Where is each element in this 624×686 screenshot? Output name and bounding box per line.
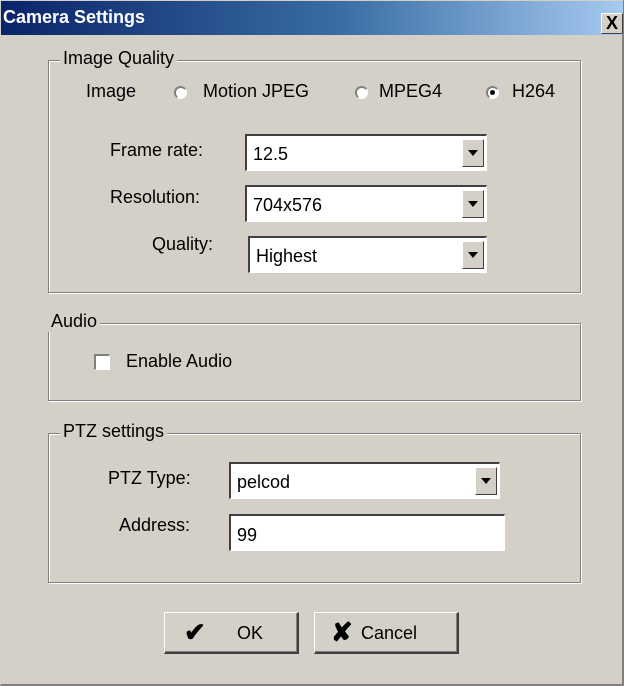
image-quality-legend: Image Quality [60, 48, 178, 69]
ptz-settings-group: PTZ settings PTZ Type: pelcod Address: 9… [48, 421, 581, 583]
ptz-type-label: PTZ Type: [108, 468, 191, 488]
frame-rate-label: Frame rate: [110, 140, 204, 160]
image-quality-group: Image Quality Image Motion JPEG MPEG4 H2… [48, 48, 581, 293]
ok-button[interactable]: ✔ OK [164, 612, 299, 654]
ptz-type-value: pelcod [237, 472, 291, 492]
ptz-type-select[interactable]: pelcod [229, 462, 500, 499]
close-button[interactable]: X [601, 13, 623, 34]
radio-h264[interactable] [486, 86, 499, 99]
enable-audio-checkbox[interactable] [94, 354, 110, 370]
cancel-label: Cancel [361, 623, 418, 643]
quality-label: Quality: [152, 234, 214, 254]
radio-motion-jpeg[interactable] [174, 86, 187, 99]
ptz-settings-legend: PTZ settings [60, 421, 168, 442]
radio-mpeg4[interactable] [355, 86, 368, 99]
audio-group: Audio Enable Audio [48, 311, 581, 401]
checkmark-icon: ✔ [184, 617, 206, 647]
x-icon: ✘ [331, 617, 353, 647]
radio-motion-jpeg-label[interactable]: Motion JPEG [203, 81, 309, 102]
chevron-down-icon[interactable] [462, 241, 484, 269]
resolution-select[interactable]: 704x576 [245, 185, 487, 222]
cancel-button[interactable]: ✘ Cancel [314, 612, 459, 654]
chevron-down-icon[interactable] [462, 139, 484, 167]
address-label: Address: [119, 515, 191, 535]
resolution-value: 704x576 [253, 195, 323, 215]
frame-rate-value: 12.5 [253, 144, 289, 164]
close-icon: X [605, 13, 618, 33]
chevron-down-icon[interactable] [462, 190, 484, 218]
radio-mpeg4-label[interactable]: MPEG4 [379, 81, 442, 102]
image-format-label: Image [86, 81, 137, 101]
camera-settings-dialog: Camera Settings X Image Quality Image Mo… [0, 0, 624, 686]
chevron-down-icon[interactable] [475, 467, 497, 495]
quality-value: Highest [256, 246, 318, 266]
enable-audio-label[interactable]: Enable Audio [126, 351, 232, 372]
address-value: 99 [237, 525, 258, 545]
address-field[interactable]: 99 [229, 514, 505, 551]
title-bar[interactable]: Camera Settings X [1, 1, 623, 35]
radio-h264-label[interactable]: H264 [512, 81, 555, 102]
dialog-title: Camera Settings [3, 7, 146, 27]
resolution-label: Resolution: [110, 187, 201, 207]
quality-select[interactable]: Highest [248, 236, 487, 273]
frame-rate-select[interactable]: 12.5 [245, 134, 487, 171]
audio-legend: Audio [48, 311, 101, 332]
ok-label: OK [237, 623, 264, 643]
